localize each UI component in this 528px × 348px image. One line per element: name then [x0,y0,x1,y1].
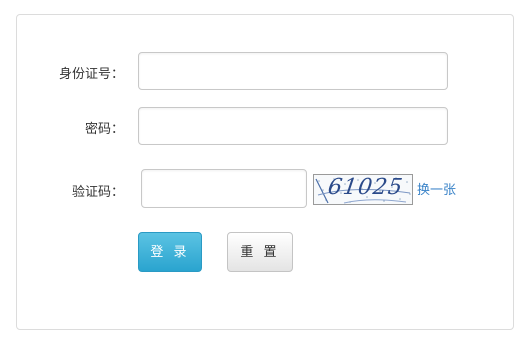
refresh-captcha-link[interactable]: 换一张 [417,179,456,198]
password-input[interactable] [138,107,448,145]
reset-button[interactable]: 重 置 [227,232,293,272]
password-label: 密码： [84,122,124,137]
captcha-label: 验证码： [71,185,124,200]
captcha-code-text: 61025 [326,175,405,200]
id-number-input[interactable] [138,52,448,90]
login-button[interactable]: 登 录 [138,232,202,272]
id-number-label: 身份证号： [58,67,124,82]
captcha-image[interactable]: 61025 [313,174,413,205]
captcha-input[interactable] [141,169,307,208]
